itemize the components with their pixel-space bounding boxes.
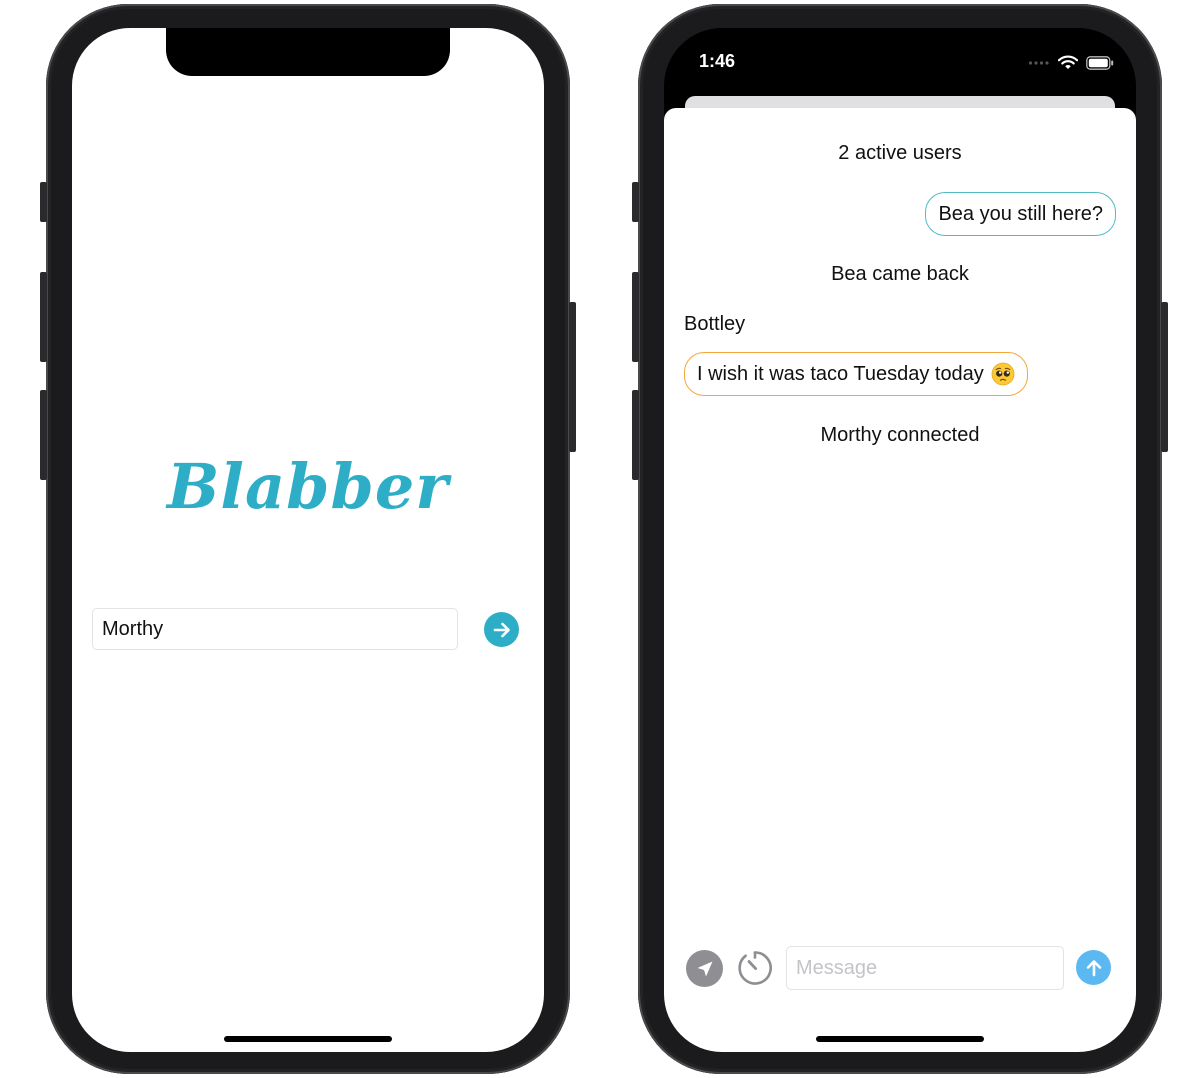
arrow-up-circle-icon — [1086, 959, 1101, 976]
system-message: Bea came back — [831, 263, 969, 285]
message-bubble-own: Bea you still here? — [925, 192, 1116, 236]
volume-down-button — [632, 390, 639, 480]
volume-up-button — [632, 272, 639, 362]
home-indicator — [816, 1036, 984, 1042]
power-button — [569, 302, 576, 452]
mute-switch — [632, 182, 639, 222]
pleading-face-emoji-icon — [991, 362, 1015, 386]
app-logo: Blabber — [167, 450, 449, 523]
message-input[interactable] — [786, 946, 1064, 990]
timer-icon — [738, 951, 772, 985]
system-message: Morthy connected — [820, 424, 980, 446]
message-sender-name: Bottley — [684, 313, 746, 335]
phone-frame-login: Blabber — [40, 4, 576, 1074]
status-icons — [1028, 55, 1114, 70]
message-composer — [664, 946, 1136, 990]
home-indicator — [224, 1036, 392, 1042]
phone-frame-chat: 1:46 2 active users Bea you still here? … — [632, 4, 1168, 1074]
active-users-count: 2 active users — [838, 142, 962, 164]
notch — [166, 28, 450, 76]
cellular-signal-icon — [1028, 60, 1049, 65]
battery-icon — [1086, 55, 1114, 70]
share-location-button[interactable] — [686, 950, 723, 987]
message-text: Bea you still here? — [938, 202, 1103, 225]
message-bubble-other: I wish it was taco Tuesday today — [684, 352, 1028, 396]
timer-button[interactable] — [736, 949, 774, 987]
chat-sheet: 2 active users Bea you still here? Bea c… — [664, 108, 1136, 1052]
username-input[interactable] — [92, 608, 458, 650]
location-arrow-icon — [697, 961, 712, 976]
message-text: I wish it was taco Tuesday today — [697, 362, 984, 385]
two-phone-mockup: Blabber 1:46 — [0, 0, 1196, 1078]
mute-switch — [40, 182, 47, 222]
volume-down-button — [40, 390, 47, 480]
power-button — [1161, 302, 1168, 452]
wifi-icon — [1058, 55, 1078, 69]
submit-name-button[interactable] — [484, 612, 519, 647]
send-message-button[interactable] — [1076, 950, 1111, 985]
login-screen: Blabber — [72, 28, 544, 1052]
status-time: 1:46 — [699, 51, 736, 71]
arrow-right-circle-icon — [493, 622, 510, 637]
volume-up-button — [40, 272, 47, 362]
chat-screen: 1:46 2 active users Bea you still here? … — [664, 28, 1136, 1052]
